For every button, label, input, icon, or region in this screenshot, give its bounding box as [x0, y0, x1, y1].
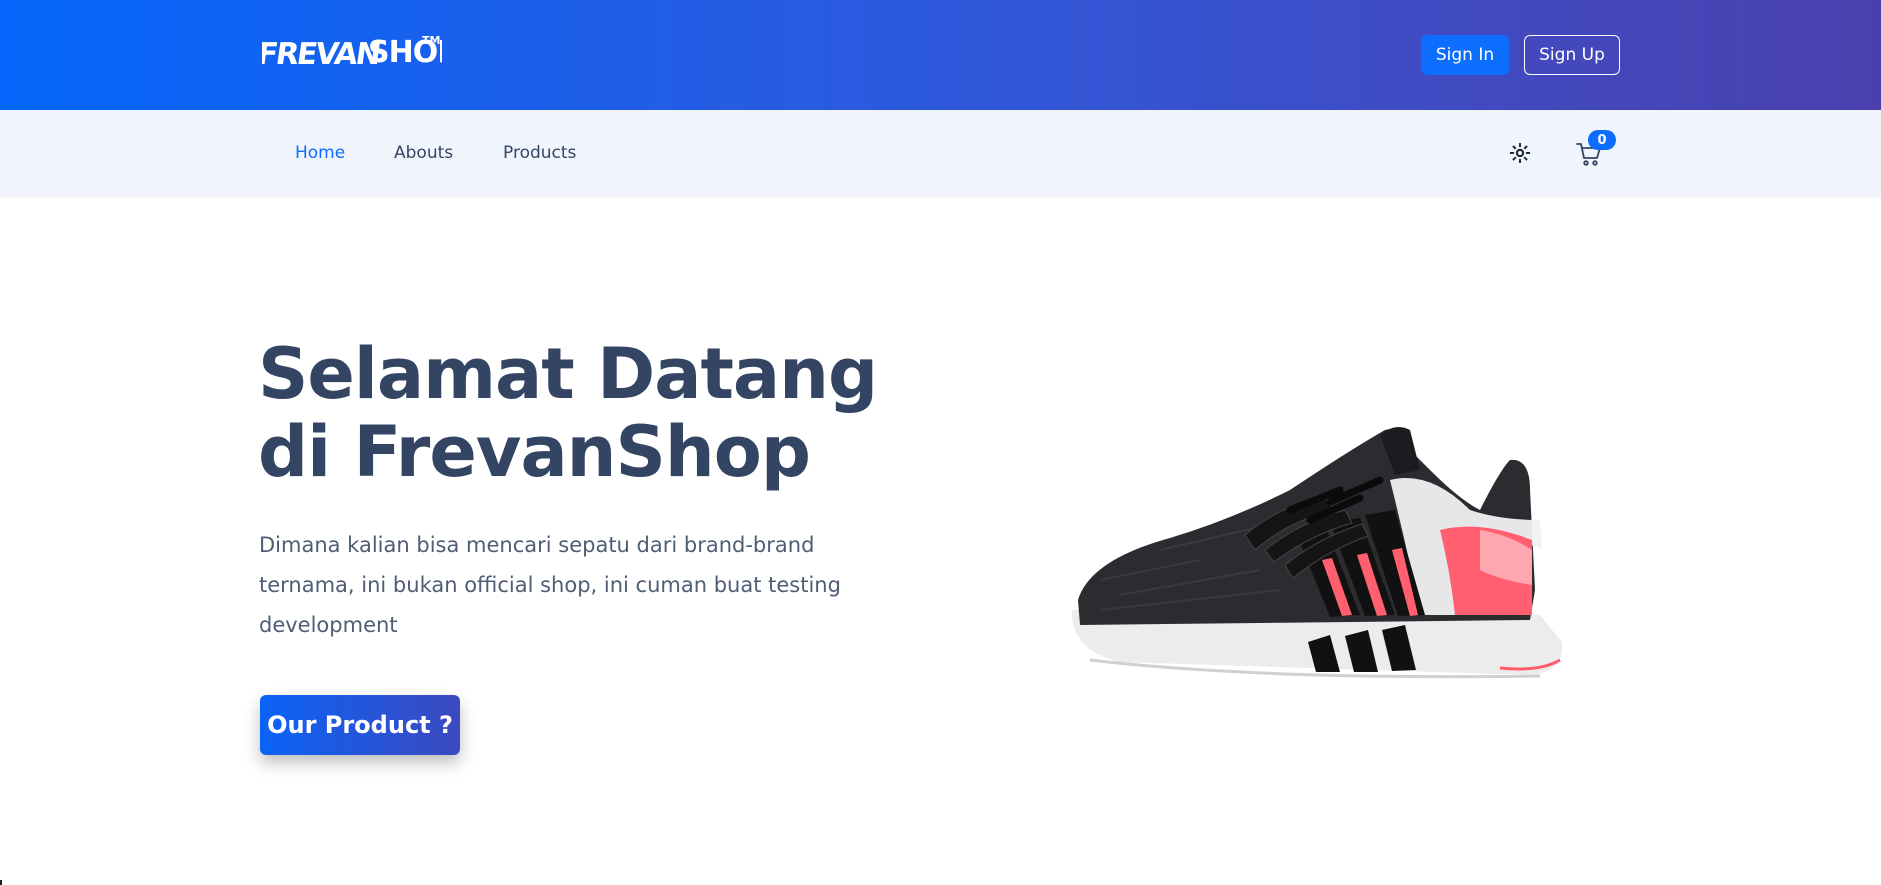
frevanshop-logo[interactable]: FREVAN SHOP TM	[262, 22, 442, 82]
sign-in-button[interactable]: Sign In	[1421, 35, 1509, 75]
svg-text:FREVAN: FREVAN	[262, 37, 381, 72]
sneaker-image	[1071, 426, 1563, 679]
sun-icon[interactable]	[1509, 142, 1531, 164]
cart-count-badge: 0	[1588, 130, 1616, 150]
sign-up-button[interactable]: Sign Up	[1524, 35, 1620, 75]
top-header: FREVAN SHOP TM Sign In Sign Up	[0, 0, 1881, 110]
nav-home[interactable]: Home	[295, 143, 345, 163]
svg-text:TM: TM	[422, 34, 440, 47]
hero-description: Dimana kalian bisa mencari sepatu dari b…	[259, 533, 841, 637]
nav-abouts[interactable]: Abouts	[394, 143, 453, 163]
page-edge-marker	[0, 880, 2, 885]
nav-products[interactable]: Products	[503, 143, 576, 163]
hero-title: Selamat Datang di FrevanShop	[258, 333, 878, 493]
our-product-button[interactable]: Our Product ?	[260, 695, 460, 755]
